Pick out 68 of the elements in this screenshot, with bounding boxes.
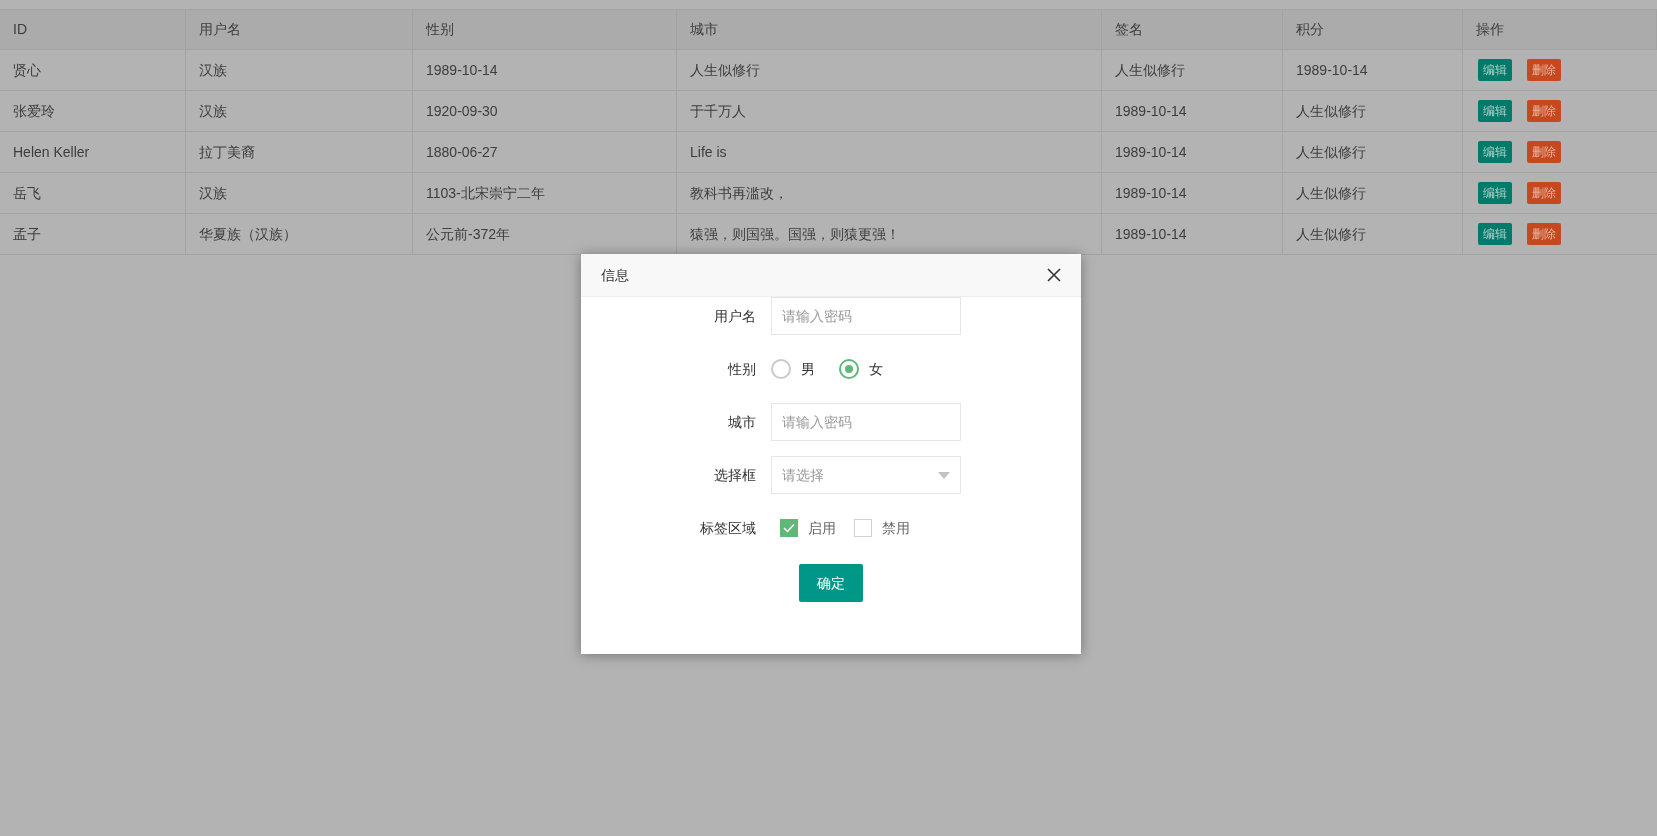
table-cell-text: 1920-09-30: [426, 101, 498, 121]
table-cell-text: 汉族: [199, 101, 227, 121]
delete-button[interactable]: 删除: [1527, 141, 1561, 163]
edit-button[interactable]: 编辑: [1478, 100, 1512, 122]
table-cell-text: 孟子: [13, 224, 41, 244]
check-icon: [783, 523, 795, 533]
field-label: 选择框: [714, 465, 756, 485]
delete-button[interactable]: 删除: [1527, 223, 1561, 245]
edit-button[interactable]: 编辑: [1478, 182, 1512, 204]
edit-button[interactable]: 编辑: [1478, 223, 1512, 245]
table-cell-text: 1103-北宋崇宁二年: [426, 183, 545, 203]
table-cell-text: 汉族: [199, 183, 227, 203]
table-cell-text: 1989-10-14: [426, 60, 498, 80]
table-cell-text: 1989-10-14: [1115, 183, 1187, 203]
confirm-button[interactable]: 确定: [799, 564, 863, 602]
delete-button[interactable]: 删除: [1527, 100, 1561, 122]
column-header: 签名: [1115, 20, 1143, 39]
checkbox[interactable]: [854, 519, 872, 537]
table-cell-text: 人生似修行: [1296, 101, 1366, 121]
field-label: 城市: [728, 412, 756, 432]
table-cell-text: 1989-10-14: [1115, 101, 1187, 121]
text-field[interactable]: 请输入密码: [771, 297, 961, 335]
column-header: 城市: [690, 20, 718, 39]
close-icon[interactable]: [1047, 268, 1061, 282]
radio-label: 男: [801, 359, 815, 379]
radio-label: 女: [869, 359, 883, 379]
table-cell-text: 1989-10-14: [1115, 142, 1187, 162]
delete-button[interactable]: 删除: [1527, 59, 1561, 81]
table-cell-text: 于千万人: [690, 101, 746, 121]
field-label: 标签区域: [700, 518, 756, 538]
edit-button[interactable]: 编辑: [1478, 59, 1512, 81]
select-field[interactable]: 请选择: [771, 456, 961, 494]
table-cell-text: 人生似修行: [1296, 183, 1366, 203]
table-cell-text: 猿强，则国强。国强，则猿更强！: [690, 224, 900, 244]
table-cell-text: 张爱玲: [13, 101, 55, 121]
table-cell-text: 公元前-372年: [426, 224, 511, 244]
delete-button[interactable]: 删除: [1527, 182, 1561, 204]
table-cell-text: 拉丁美裔: [199, 142, 255, 162]
table-cell-text: Helen Keller: [13, 142, 90, 162]
table-cell-text: 岳飞: [13, 183, 41, 203]
radio-button[interactable]: [771, 359, 791, 379]
column-header: 用户名: [199, 20, 241, 39]
edit-button[interactable]: 编辑: [1478, 141, 1512, 163]
text-field[interactable]: 请输入密码: [771, 403, 961, 441]
caret-icon: [938, 471, 950, 479]
dialog-title: 信息: [601, 265, 629, 285]
table-cell-text: 1989-10-14: [1115, 224, 1187, 244]
table-cell-text: 人生似修行: [690, 60, 760, 80]
column-header: 操作: [1476, 20, 1504, 39]
table-cell-text: Life is: [690, 142, 727, 162]
checkbox-label: 禁用: [882, 518, 910, 538]
table-cell-text: 人生似修行: [1115, 60, 1185, 80]
radio-button[interactable]: [839, 359, 859, 379]
table-cell-text: 1989-10-14: [1296, 60, 1368, 80]
column-header: 性别: [426, 20, 454, 39]
table-cell-text: 人生似修行: [1296, 224, 1366, 244]
column-header: ID: [13, 20, 27, 39]
checkbox-label: 启用: [808, 518, 836, 538]
table-cell-text: 汉族: [199, 60, 227, 80]
table-cell-text: 华夏族（汉族）: [199, 224, 297, 244]
field-label: 用户名: [714, 306, 756, 326]
table-cell-text: 1880-06-27: [426, 142, 498, 162]
table-cell-text: 贤心: [13, 60, 41, 80]
field-label: 性别: [728, 359, 756, 379]
column-header: 积分: [1296, 20, 1324, 39]
table-cell-text: 人生似修行: [1296, 142, 1366, 162]
checkbox[interactable]: [780, 519, 798, 537]
table-cell-text: 教科书再滥改，: [690, 183, 788, 203]
